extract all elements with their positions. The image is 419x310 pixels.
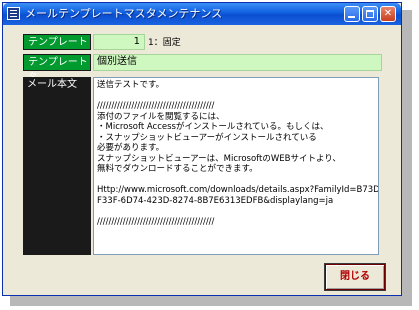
app-icon xyxy=(7,7,20,20)
close-window-icon[interactable] xyxy=(380,6,396,22)
close-button[interactable]: 閉じる xyxy=(324,263,386,291)
app-window: メールテンプレートマスタメンテナンス テンプレートID 1 1：固定 テンプレー… xyxy=(2,2,402,296)
mail-body-label: メール本文 xyxy=(23,77,91,255)
title-bar[interactable]: メールテンプレートマスタメンテナンス xyxy=(3,3,401,25)
template-id-field[interactable]: 1 xyxy=(93,34,145,50)
window-title: メールテンプレートマスタメンテナンス xyxy=(25,7,223,20)
mail-body-textarea[interactable]: 送信テストです。 ///////////////////////////////… xyxy=(93,77,379,255)
minimize-icon[interactable] xyxy=(344,6,360,22)
template-name-field[interactable]: 個別送信 xyxy=(93,54,382,71)
maximize-icon[interactable] xyxy=(362,6,378,22)
template-id-note: 1：固定 xyxy=(148,38,181,48)
template-id-label: テンプレートID xyxy=(23,34,91,64)
template-name-label: テンプレート名 xyxy=(23,54,91,84)
